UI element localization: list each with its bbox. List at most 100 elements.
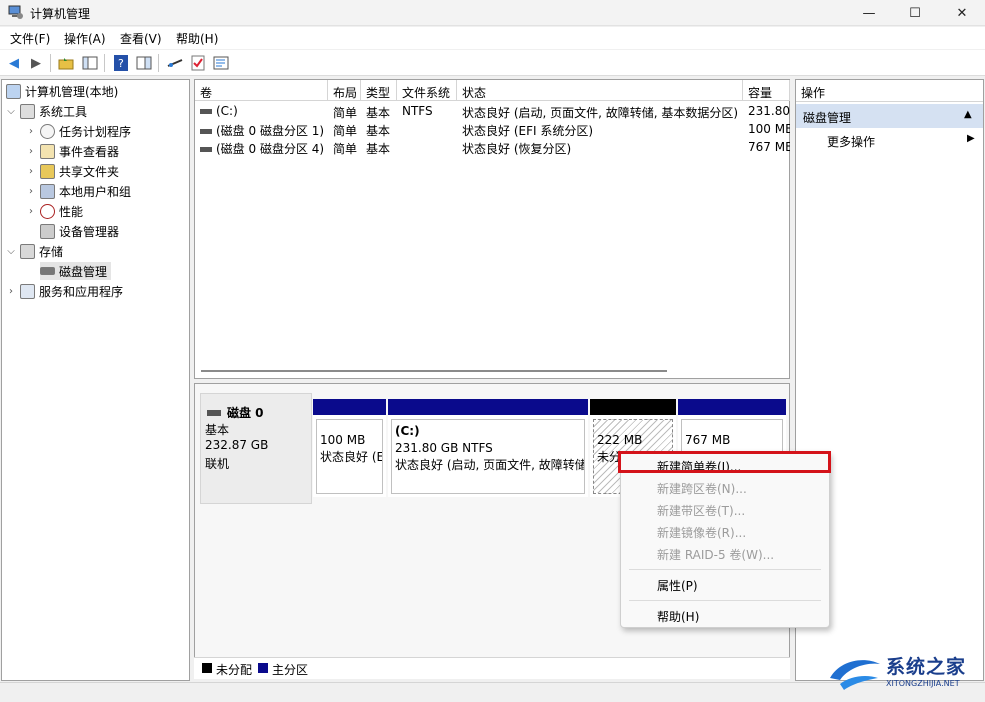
partition-bar — [388, 399, 588, 415]
cell-capacity: 231.80 — [748, 104, 790, 118]
tree-disk-management[interactable]: 磁盘管理 — [40, 262, 112, 280]
cell-type: 基本 — [366, 106, 391, 120]
chevron-right-icon[interactable]: › — [26, 166, 36, 177]
menu-file[interactable]: 文件(F) — [10, 30, 50, 47]
partition-bar — [678, 399, 786, 415]
toolbar-separator — [104, 54, 105, 72]
menu-separator — [629, 569, 821, 570]
column-header-layout[interactable]: 布局 — [328, 80, 361, 101]
menu-item-properties[interactable]: 属性(P) — [657, 577, 698, 597]
disk-drive-icon — [40, 267, 55, 275]
tree-storage[interactable]: ⌵ 存储 — [6, 242, 63, 260]
cell-status: 状态良好 (启动, 页面文件, 故障转储, 基本数据分区) — [462, 106, 739, 120]
menu-action[interactable]: 操作(A) — [64, 30, 106, 47]
tools-icon — [20, 103, 35, 119]
disk-info[interactable]: 磁盘 0 基本 232.87 GB 联机 — [200, 393, 312, 504]
menu-item-new-mirrored-volume: 新建镜像卷(R)... — [657, 526, 747, 540]
watermark-text: 系统之家 — [886, 656, 967, 678]
menu-item-new-raid5-volume: 新建 RAID-5 卷(W)... — [657, 548, 775, 562]
partition-status: 状态良好 (启动, 页面文件, 故障转储 — [395, 458, 585, 472]
cell-volume: (磁盘 0 磁盘分区 1) — [216, 124, 325, 138]
actions-section-label: 磁盘管理 — [803, 111, 852, 125]
legend-unallocated: 未分配 — [216, 663, 253, 677]
partition-c[interactable]: (C:) 231.80 GB NTFS 状态良好 (启动, 页面文件, 故障转储 — [388, 399, 588, 497]
partition-efi[interactable]: 100 MB 状态良好 (EFI — [313, 399, 386, 497]
tree-task-scheduler[interactable]: › 任务计划程序 — [26, 122, 131, 140]
menu-view[interactable]: 查看(V) — [120, 30, 162, 47]
forward-arrow-icon[interactable]: ▶ — [27, 54, 45, 72]
console-tree-icon[interactable] — [81, 54, 99, 72]
device-manager-icon — [40, 223, 55, 239]
actions-section[interactable]: 磁盘管理 ▲ — [796, 104, 983, 128]
cell-type: 基本 — [366, 142, 391, 156]
more-actions-label: 更多操作 — [827, 135, 876, 149]
shared-folder-icon — [40, 163, 55, 179]
tree-label: 本地用户和组 — [59, 184, 132, 199]
tree-performance[interactable]: › 性能 — [26, 202, 83, 220]
menu-bar: 文件(F) 操作(A) 查看(V) 帮助(H) — [0, 27, 985, 49]
connect-icon[interactable] — [166, 54, 184, 72]
chevron-right-icon[interactable]: › — [26, 186, 36, 197]
tree-label: 任务计划程序 — [59, 124, 132, 139]
svg-text:?: ? — [118, 57, 124, 70]
cell-layout: 简单 — [333, 124, 358, 138]
storage-icon — [20, 243, 35, 259]
primary-swatch — [258, 663, 268, 673]
disk-size: 232.87 GB — [205, 438, 269, 452]
menu-help[interactable]: 帮助(H) — [176, 30, 218, 47]
partition-bar — [590, 399, 676, 415]
tree-event-viewer[interactable]: › 事件查看器 — [26, 142, 119, 160]
menu-item-new-spanned-volume: 新建跨区卷(N)... — [657, 482, 747, 496]
show-pane-icon[interactable] — [135, 54, 153, 72]
menu-item-help[interactable]: 帮助(H) — [657, 608, 699, 628]
column-header-filesystem[interactable]: 文件系统 — [397, 80, 457, 101]
disk-drive-icon — [207, 409, 221, 416]
column-header-volume[interactable]: 卷 — [195, 80, 328, 101]
tree-label: 共享文件夹 — [59, 164, 120, 179]
tree-local-users[interactable]: › 本地用户和组 — [26, 182, 131, 200]
minimize-button[interactable]: — — [846, 0, 892, 26]
up-folder-icon[interactable] — [57, 54, 75, 72]
check-icon[interactable] — [189, 54, 207, 72]
tree-label: 计算机管理(本地) — [25, 84, 119, 99]
help-icon[interactable]: ? — [112, 54, 130, 72]
disk-type: 基本 — [205, 423, 230, 437]
window-title: 计算机管理 — [30, 7, 91, 21]
clock-icon — [40, 123, 55, 139]
chevron-right-icon[interactable]: › — [26, 206, 36, 217]
watermark-logo-icon — [830, 660, 880, 690]
title-bar[interactable]: 计算机管理 — ☐ ✕ — [0, 0, 985, 26]
tree-shared-folders[interactable]: › 共享文件夹 — [26, 162, 119, 180]
collapse-arrow-icon[interactable]: ▲ — [964, 109, 972, 120]
watermark-url: XITONGZHIJIA.NET — [886, 679, 960, 688]
column-header-capacity[interactable]: 容量 — [743, 80, 790, 101]
tree-services-apps[interactable]: › 服务和应用程序 — [6, 282, 123, 300]
chevron-right-icon[interactable]: › — [26, 126, 36, 137]
chevron-down-icon[interactable]: ⌵ — [6, 246, 16, 257]
more-actions[interactable]: 更多操作 ▶ — [796, 130, 983, 150]
tree-system-tools[interactable]: ⌵ 系统工具 — [6, 102, 87, 120]
properties-icon[interactable] — [212, 54, 230, 72]
chevron-down-icon[interactable]: ⌵ — [6, 106, 16, 117]
disk-status: 联机 — [205, 457, 230, 471]
toolbar: ◀ ▶ ? — [0, 50, 985, 76]
highlight-box — [618, 451, 831, 473]
chevron-right-icon[interactable]: › — [6, 286, 16, 297]
column-header-status[interactable]: 状态 — [457, 80, 743, 101]
tree-label: 设备管理器 — [59, 224, 120, 239]
toolbar-separator — [50, 54, 51, 72]
watermark: 系统之家 XITONGZHIJIA.NET — [826, 650, 981, 694]
performance-icon — [40, 203, 55, 219]
partition-size: 231.80 GB NTFS — [395, 441, 493, 455]
back-arrow-icon[interactable]: ◀ — [5, 54, 23, 72]
cell-filesystem — [397, 120, 457, 138]
horizontal-scrollbar[interactable] — [201, 370, 667, 372]
console-tree: 计算机管理(本地) ⌵ 系统工具 › 任务计划程序 › 事件查看器 › 共享文件… — [1, 79, 190, 681]
tree-device-manager[interactable]: 设备管理器 — [40, 222, 119, 240]
chevron-right-icon[interactable]: › — [26, 146, 36, 157]
column-header-type[interactable]: 类型 — [361, 80, 397, 101]
maximize-button[interactable]: ☐ — [892, 0, 938, 26]
tree-root[interactable]: 计算机管理(本地) — [6, 82, 118, 100]
close-button[interactable]: ✕ — [939, 0, 985, 26]
cell-layout: 简单 — [333, 142, 358, 156]
